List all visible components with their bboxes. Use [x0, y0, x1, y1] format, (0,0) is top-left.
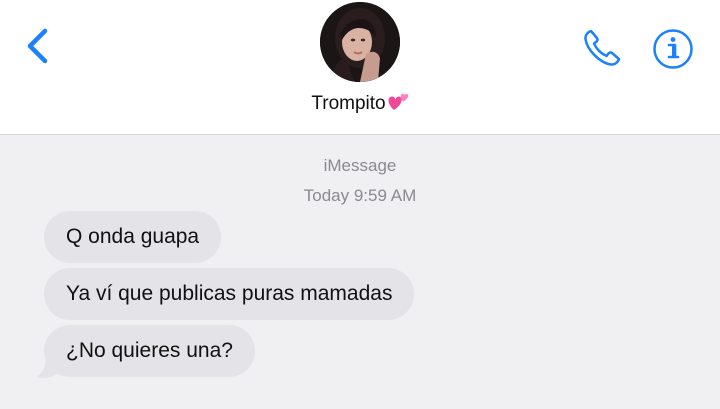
- message-timestamp: Today 9:59 AM: [303, 186, 417, 205]
- incoming-message-bubble[interactable]: Ya ví que publicas puras mamadas: [44, 268, 415, 320]
- service-label: iMessage: [323, 156, 397, 175]
- info-icon: [653, 29, 693, 69]
- message-thread[interactable]: iMessage Today 9:59 AM Q onda guapa Ya v…: [0, 135, 720, 409]
- incoming-message-bubble[interactable]: Q onda guapa: [44, 211, 222, 263]
- chevron-left-icon: [27, 28, 48, 64]
- info-button[interactable]: [652, 28, 694, 70]
- avatar-photo: [320, 2, 400, 82]
- back-button[interactable]: [20, 24, 56, 68]
- bubble-tail: [36, 359, 58, 378]
- incoming-message-bubble[interactable]: ¿No quieres una?: [44, 325, 255, 377]
- phone-icon: [584, 29, 621, 66]
- contact-name-text: Trompito: [311, 93, 386, 114]
- contact-avatar[interactable]: [320, 2, 400, 82]
- conversation-header: Trompito: [0, 0, 720, 135]
- contact-name[interactable]: Trompito: [260, 92, 460, 115]
- phone-call-button[interactable]: [580, 26, 624, 70]
- two-hearts-icon: [387, 92, 409, 112]
